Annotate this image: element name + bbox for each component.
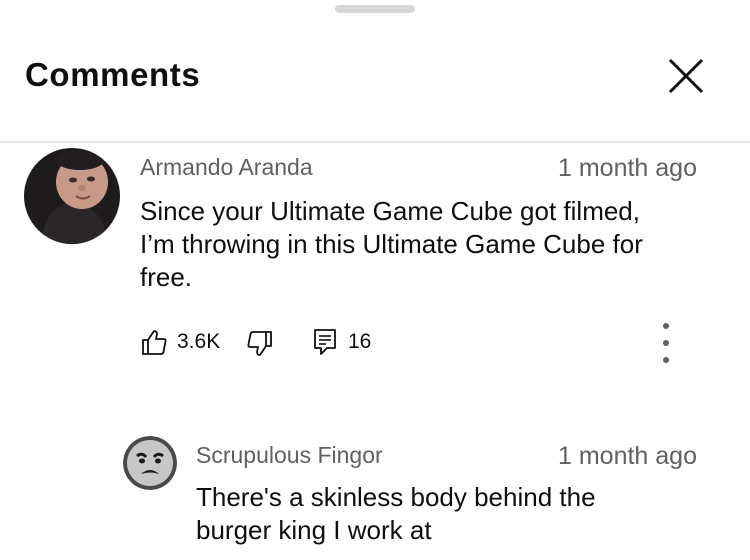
reply-text-line: burger king I work at bbox=[196, 515, 432, 545]
more-vertical-icon-dot bbox=[663, 323, 669, 329]
thumbs-down-icon bbox=[247, 331, 272, 356]
thumbs-up-icon bbox=[142, 330, 167, 355]
close-icon bbox=[668, 58, 704, 94]
page-title: Comments bbox=[25, 56, 201, 93]
replies-button[interactable]: 16 bbox=[313, 328, 371, 356]
comment-icon bbox=[314, 329, 336, 355]
more-options-button[interactable] bbox=[654, 323, 678, 363]
close-button[interactable] bbox=[662, 52, 710, 100]
reply-avatar[interactable] bbox=[123, 436, 177, 490]
avatar-image bbox=[123, 436, 177, 490]
reply-text-line: There's a skinless body behind the bbox=[196, 482, 596, 512]
more-vertical-icon-dot bbox=[663, 357, 669, 363]
avatar-image bbox=[24, 148, 120, 244]
comments-sheet: Comments Armando Aranda 1 month ago Sinc… bbox=[0, 0, 750, 560]
comment-text-line: free. bbox=[140, 262, 193, 292]
comment-author[interactable]: Armando Aranda bbox=[140, 154, 313, 181]
like-button[interactable]: 3.6K bbox=[140, 328, 220, 356]
drag-handle[interactable] bbox=[335, 5, 415, 13]
reply-count: 16 bbox=[348, 330, 372, 353]
dislike-button[interactable] bbox=[246, 330, 274, 358]
header-divider bbox=[0, 141, 750, 143]
comment-text-line: I’m throwing in this Ultimate Game Cube … bbox=[140, 229, 643, 259]
comment-timestamp: 1 month ago bbox=[558, 154, 697, 182]
like-count: 3.6K bbox=[177, 330, 221, 353]
comment-text-line: Since your Ultimate Game Cube got filmed… bbox=[140, 196, 640, 226]
avatar[interactable] bbox=[24, 148, 120, 244]
reply-timestamp: 1 month ago bbox=[558, 442, 697, 470]
reply-author[interactable]: Scrupulous Fingor bbox=[196, 442, 383, 469]
more-vertical-icon-dot bbox=[663, 340, 669, 346]
